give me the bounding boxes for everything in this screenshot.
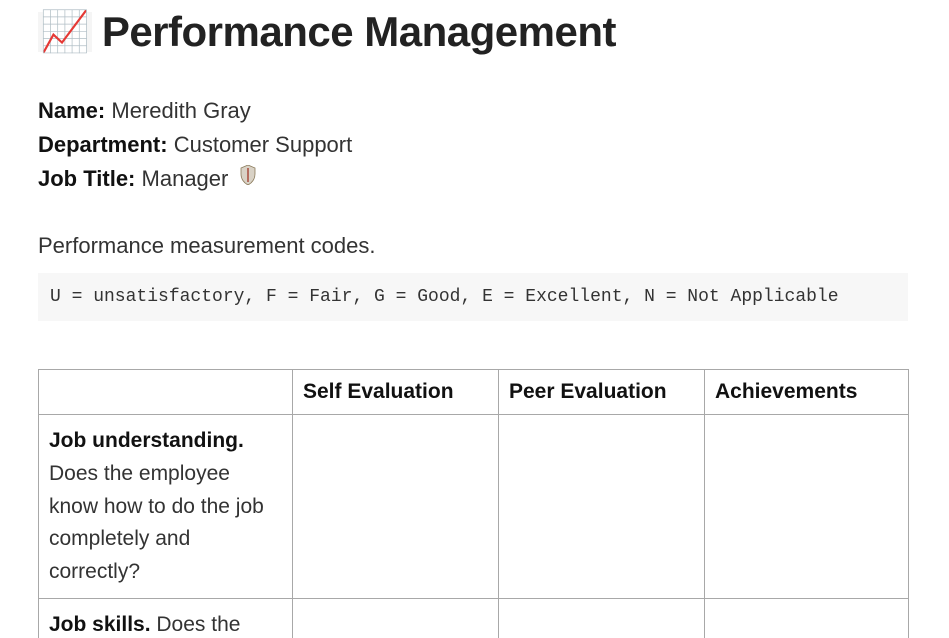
table-header-row: Self Evaluation Peer Evaluation Achievem…: [39, 370, 909, 415]
table-header-achievements: Achievements: [705, 370, 909, 415]
employee-department-row: Department: Customer Support: [38, 128, 911, 162]
codes-heading: Performance measurement codes.: [38, 233, 911, 259]
achievements-cell[interactable]: [705, 415, 909, 599]
codes-block: U = unsatisfactory, F = Fair, G = Good, …: [38, 273, 908, 321]
table-header-self: Self Evaluation: [293, 370, 499, 415]
peer-evaluation-cell[interactable]: [499, 415, 705, 599]
employee-name-label: Name:: [38, 98, 105, 123]
shield-icon: [240, 161, 256, 195]
self-evaluation-cell[interactable]: [293, 599, 499, 638]
employee-jobtitle-row: Job Title: Manager: [38, 162, 911, 197]
criteria-cell: Job skills. Does the employee process: [39, 599, 293, 638]
table-row: Job understanding. Does the employee kno…: [39, 415, 909, 599]
peer-evaluation-cell[interactable]: [499, 599, 705, 638]
self-evaluation-cell[interactable]: [293, 415, 499, 599]
page-title-text: Performance Management: [102, 8, 616, 56]
criteria-cell: Job understanding. Does the employee kno…: [39, 415, 293, 599]
employee-name-row: Name: Meredith Gray: [38, 94, 911, 128]
table-row: Job skills. Does the employee process: [39, 599, 909, 638]
employee-department-label: Department:: [38, 132, 168, 157]
employee-name-value: Meredith Gray: [111, 98, 250, 123]
evaluation-table: Self Evaluation Peer Evaluation Achievem…: [38, 369, 909, 638]
table-header-peer: Peer Evaluation: [499, 370, 705, 415]
page-title: 📈 Performance Management: [38, 8, 911, 56]
chart-increasing-icon: 📈: [38, 12, 92, 52]
criteria-title: Job understanding.: [49, 429, 244, 452]
achievements-cell[interactable]: [705, 599, 909, 638]
employee-jobtitle-label: Job Title:: [38, 166, 135, 191]
employee-info: Name: Meredith Gray Department: Customer…: [38, 94, 911, 197]
criteria-desc: Does the employee know how to do the job…: [49, 462, 264, 583]
employee-department-value: Customer Support: [174, 132, 353, 157]
table-header-criteria: [39, 370, 293, 415]
criteria-title: Job skills.: [49, 613, 151, 636]
employee-jobtitle-value: Manager: [142, 166, 229, 191]
